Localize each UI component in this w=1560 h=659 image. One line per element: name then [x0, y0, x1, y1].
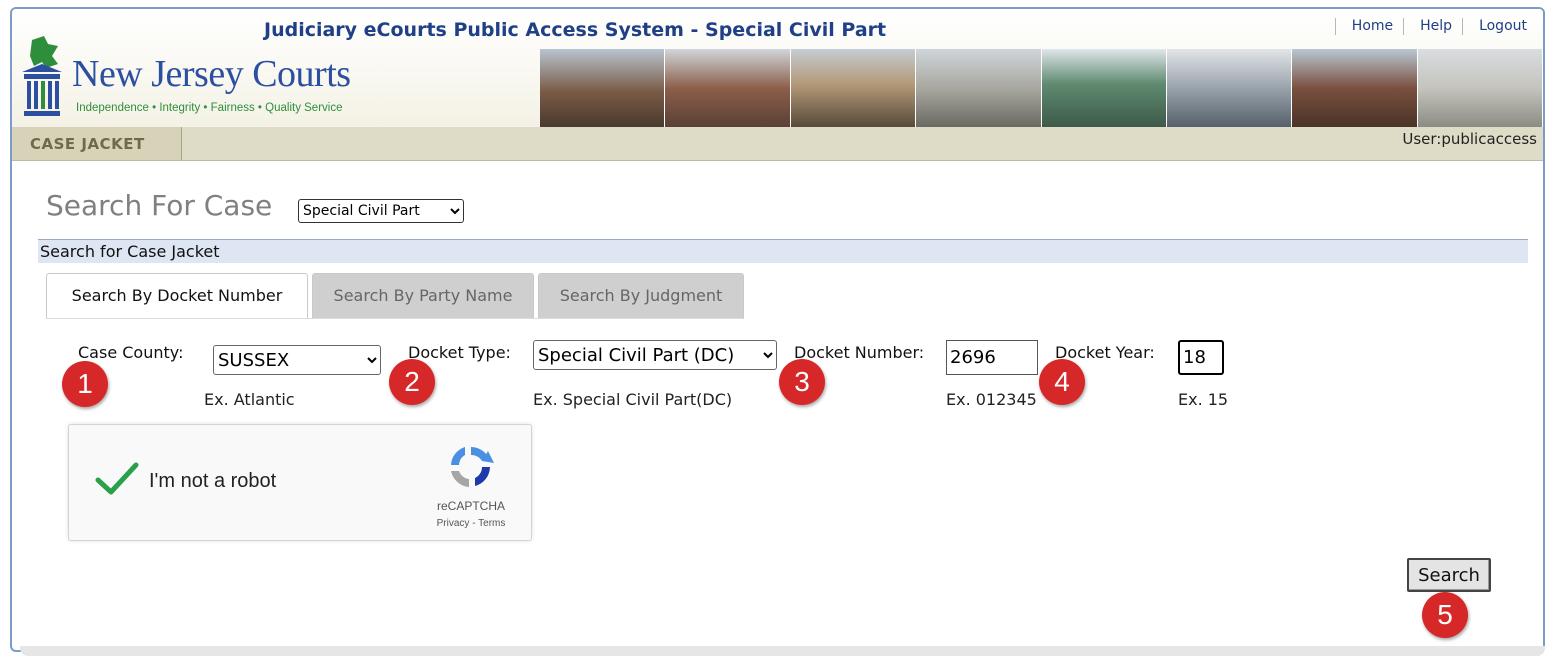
page-title: Search For Case [46, 189, 273, 222]
docket-type-label: Docket Type: [408, 343, 511, 362]
recaptcha-widget[interactable]: I'm not a robot reCAPTCHA Privacy - Term… [68, 424, 532, 541]
step-marker-2: 2 [389, 359, 435, 405]
site-header: Judiciary eCourts Public Access System -… [12, 9, 1543, 127]
recaptcha-logo-icon [451, 447, 494, 487]
step-marker-1: 1 [62, 361, 108, 407]
recaptcha-privacy-terms[interactable]: Privacy - Terms [421, 518, 521, 529]
step-marker-3: 3 [779, 359, 825, 405]
tab-divider [46, 318, 744, 319]
tab-search-by-docket-number[interactable]: Search By Docket Number [46, 273, 308, 319]
nj-courts-logo-icon [22, 36, 62, 116]
nj-courts-logo[interactable]: New Jersey Courts Independence • Integri… [18, 34, 378, 124]
logo-tagline: Independence • Integrity • Fairness • Qu… [76, 102, 343, 114]
docket-number-input[interactable] [946, 340, 1038, 375]
logout-link[interactable]: Logout [1462, 18, 1537, 35]
case-county-select[interactable]: SUSSEX [213, 345, 381, 375]
courthouse-photo [1417, 49, 1543, 127]
case-county-label: Case County: [78, 343, 184, 362]
docket-type-hint: Ex. Special Civil Part(DC) [533, 390, 733, 409]
home-link[interactable]: Home [1334, 18, 1403, 35]
current-user: User:publicaccess [1402, 130, 1537, 148]
step-marker-5: 5 [1422, 592, 1468, 638]
frame-shadow [20, 646, 1545, 656]
top-nav: Home Help Logout [1334, 18, 1537, 35]
docket-number-label: Docket Number: [794, 343, 925, 362]
docket-type-select[interactable]: Special Civil Part (DC) [533, 340, 777, 370]
courthouse-photo [540, 49, 666, 127]
courthouse-photo [665, 49, 791, 127]
tab-search-by-judgment[interactable]: Search By Judgment [538, 273, 744, 319]
section-header: Search for Case Jacket [38, 239, 1528, 263]
courthouse-photo [790, 49, 917, 127]
step-marker-4: 4 [1039, 359, 1085, 405]
app-tab-bar: CASE JACKET User:publicaccess [12, 127, 1543, 161]
logo-text: New Jersey Courts [72, 53, 351, 95]
tab-search-by-party-name[interactable]: Search By Party Name [312, 273, 534, 319]
help-link[interactable]: Help [1403, 18, 1462, 35]
checkmark-icon[interactable] [95, 461, 139, 497]
docket-number-hint: Ex. 012345 [946, 390, 1037, 409]
courthouse-photo [1166, 49, 1293, 127]
docket-year-label: Docket Year: [1055, 343, 1155, 362]
docket-year-input[interactable] [1178, 340, 1224, 375]
courthouse-photo [1292, 49, 1418, 127]
court-type-select[interactable]: Special Civil Part [298, 199, 464, 223]
recaptcha-label: I'm not a robot [149, 470, 277, 492]
app-frame: Judiciary eCourts Public Access System -… [10, 7, 1545, 652]
docket-year-hint: Ex. 15 [1178, 390, 1229, 409]
courthouse-photo-banner [540, 49, 1543, 127]
tab-case-jacket[interactable]: CASE JACKET [12, 127, 182, 160]
case-county-hint: Ex. Atlantic [204, 390, 295, 409]
courthouse-photo [1041, 49, 1167, 127]
recaptcha-brand: reCAPTCHA [436, 499, 505, 513]
search-button[interactable]: Search [1407, 558, 1491, 592]
courthouse-photo [916, 49, 1042, 127]
